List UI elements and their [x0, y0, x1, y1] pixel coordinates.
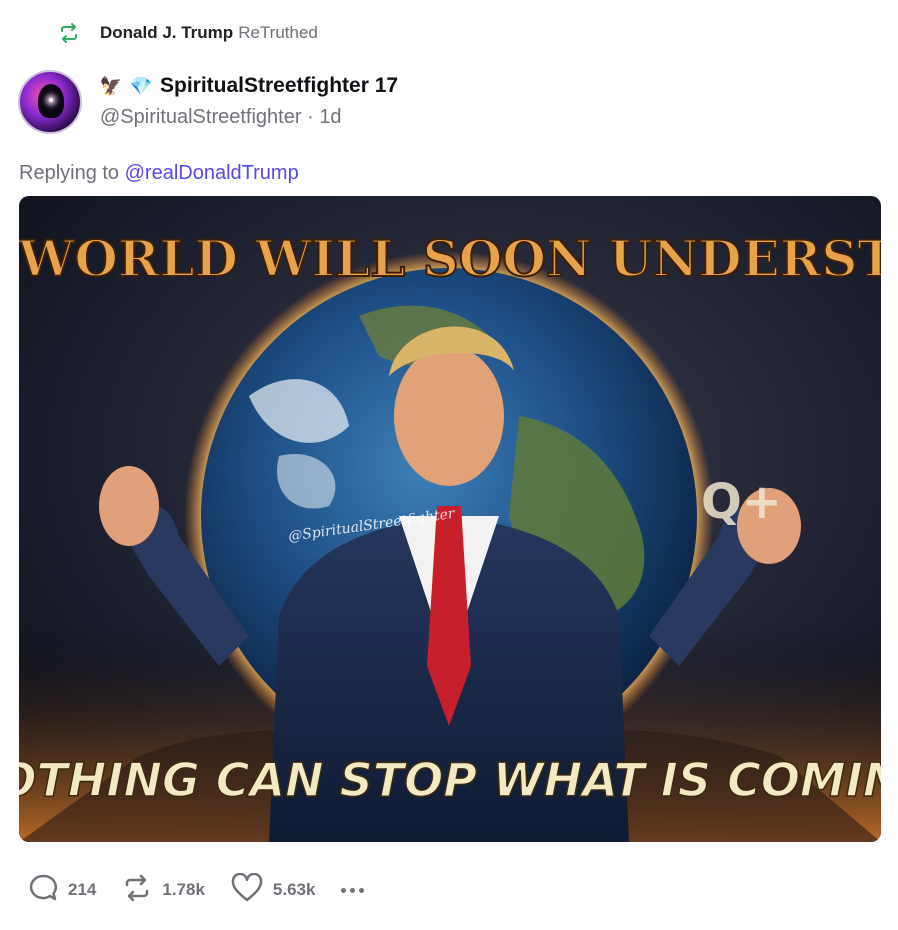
q-plus-mark: Q+ [701, 474, 782, 530]
post-image[interactable]: THE WORLD WILL SOON UNDERSTAND NOTHING C… [19, 196, 881, 842]
reply-icon [28, 873, 58, 908]
like-button[interactable]: 5.63k [231, 872, 316, 908]
post-actions: 214 1.78k 5.63k [28, 872, 365, 908]
post-time[interactable]: 1d [319, 106, 341, 128]
retruth-header: Donald J. Trump ReTruthed [58, 20, 318, 46]
diamond-emoji: 💎 [129, 75, 153, 96]
author-handle-row: @SpiritualStreetfighter · 1d [100, 106, 342, 129]
replying-prefix: Replying to [19, 162, 120, 184]
reply-count: 214 [68, 880, 97, 899]
more-dots-icon[interactable] [341, 887, 365, 893]
retruth-icon [58, 22, 80, 44]
author-name-row: 🦅 💎 SpiritualStreetfighter 17 [100, 72, 398, 100]
avatar[interactable] [18, 70, 82, 134]
retruth-action-icon [122, 873, 152, 908]
retruth-button[interactable]: 1.78k [122, 873, 205, 908]
separator-dot: · [307, 106, 314, 128]
reply-mention-link[interactable]: @realDonaldTrump [125, 162, 299, 184]
retruth-count: 1.78k [162, 880, 205, 899]
headline-bottom: NOTHING CAN STOP WHAT IS COMING [19, 753, 881, 807]
author-handle[interactable]: @SpiritualStreetfighter [100, 106, 302, 128]
reply-button[interactable]: 214 [28, 873, 96, 908]
eagle-emoji: 🦅 [99, 75, 123, 96]
retruth-label: ReTruthed [238, 23, 318, 42]
retruth-user-name[interactable]: Donald J. Trump [100, 23, 233, 43]
headline-top: THE WORLD WILL SOON UNDERSTAND [19, 229, 881, 288]
replying-to: Replying to @realDonaldTrump [19, 162, 299, 185]
heart-icon [231, 872, 263, 908]
like-count: 5.63k [272, 880, 316, 899]
author-display-name[interactable]: SpiritualStreetfighter 17 [160, 74, 398, 98]
